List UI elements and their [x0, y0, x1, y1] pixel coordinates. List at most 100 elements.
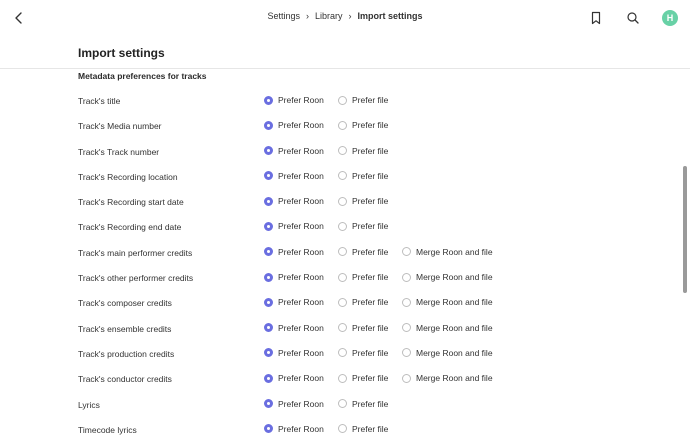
radio-label: Prefer file: [352, 423, 389, 434]
prefer-file-radio[interactable]: Prefer file: [338, 196, 388, 206]
radio-button[interactable]: [264, 272, 273, 282]
radio-button[interactable]: [264, 146, 273, 156]
prefer-roon-radio[interactable]: Prefer Roon: [264, 95, 324, 105]
prefer-file-radio[interactable]: Prefer file: [338, 221, 388, 231]
radio-label: Prefer file: [352, 398, 389, 409]
scrollbar[interactable]: [683, 166, 687, 293]
prefer-roon-radio[interactable]: Prefer Roon: [264, 348, 324, 358]
radio-label: Prefer file: [352, 373, 389, 384]
radio-button[interactable]: [264, 348, 273, 358]
radio-button[interactable]: [264, 221, 273, 231]
radio-button[interactable]: [264, 323, 273, 333]
radio-button[interactable]: [338, 146, 347, 156]
merge-radio[interactable]: Merge Roon and file: [402, 272, 493, 282]
radio-button[interactable]: [338, 196, 347, 206]
radio-label: Prefer file: [352, 95, 389, 105]
breadcrumb-settings[interactable]: Settings: [267, 11, 300, 21]
prefer-file-radio[interactable]: Prefer file: [338, 95, 388, 105]
radio-button[interactable]: [338, 272, 347, 282]
prefer-roon-radio[interactable]: Prefer Roon: [264, 323, 324, 333]
radio-label: Prefer Roon: [278, 196, 324, 207]
radio-label: Prefer Roon: [278, 322, 324, 333]
radio-button[interactable]: [338, 95, 347, 105]
prefer-file-radio[interactable]: Prefer file: [338, 297, 388, 307]
radio-button[interactable]: [338, 399, 347, 409]
avatar[interactable]: H: [662, 10, 678, 26]
prefer-roon-radio[interactable]: Prefer Roon: [264, 221, 324, 231]
radio-button[interactable]: [338, 120, 347, 130]
merge-radio[interactable]: Merge Roon and file: [402, 247, 493, 257]
chevron-right-icon: ›: [348, 11, 352, 21]
prefer-file-radio[interactable]: Prefer file: [338, 247, 388, 257]
prefer-file-radio[interactable]: Prefer file: [338, 171, 388, 181]
settings-list: Track's title Prefer Roon Prefer file Track…: [0, 88, 690, 442]
setting-row: Track's conductor credits Prefer Roon Pref…: [0, 366, 690, 391]
radio-button[interactable]: [338, 348, 347, 358]
radio-button[interactable]: [402, 247, 411, 257]
radio-button[interactable]: [264, 95, 273, 105]
radio-button[interactable]: [402, 323, 411, 333]
radio-button[interactable]: [264, 373, 273, 383]
merge-radio[interactable]: Merge Roon and file: [402, 323, 493, 333]
prefer-file-radio[interactable]: Prefer file: [338, 120, 388, 130]
radio-button[interactable]: [338, 247, 347, 257]
merge-radio[interactable]: Merge Roon and file: [402, 348, 493, 358]
radio-button[interactable]: [264, 171, 273, 181]
prefer-file-radio[interactable]: Prefer file: [338, 373, 388, 383]
merge-radio[interactable]: Merge Roon and file: [402, 373, 493, 383]
prefer-roon-radio[interactable]: Prefer Roon: [264, 120, 324, 130]
prefer-roon-radio[interactable]: Prefer Roon: [264, 272, 324, 282]
radio-label: Prefer Roon: [278, 95, 324, 105]
prefer-file-radio[interactable]: Prefer file: [338, 424, 388, 434]
radio-button[interactable]: [402, 272, 411, 282]
radio-button[interactable]: [264, 399, 273, 409]
radio-button[interactable]: [264, 424, 273, 434]
section-title: Metadata preferences for tracks: [78, 71, 207, 81]
setting-row: Track's Recording start date Prefer Roon P…: [0, 189, 690, 214]
prefer-roon-radio[interactable]: Prefer Roon: [264, 247, 324, 257]
setting-label: Track's Track number: [78, 146, 160, 157]
radio-button[interactable]: [338, 221, 347, 231]
radio-label: Prefer Roon: [278, 120, 324, 131]
radio-label: Prefer file: [352, 246, 389, 257]
radio-button[interactable]: [338, 171, 347, 181]
radio-button[interactable]: [402, 373, 411, 383]
radio-button[interactable]: [264, 297, 273, 307]
setting-label: Track's title: [78, 96, 121, 106]
prefer-file-radio[interactable]: Prefer file: [338, 146, 388, 156]
radio-button[interactable]: [402, 348, 411, 358]
radio-label: Prefer Roon: [278, 246, 324, 257]
radio-button[interactable]: [264, 247, 273, 257]
prefer-file-radio[interactable]: Prefer file: [338, 399, 388, 409]
prefer-roon-radio[interactable]: Prefer Roon: [264, 297, 324, 307]
setting-row: Track's title Prefer Roon Prefer file: [0, 88, 690, 113]
prefer-roon-radio[interactable]: Prefer Roon: [264, 196, 324, 206]
radio-button[interactable]: [402, 297, 411, 307]
radio-label: Prefer file: [352, 322, 389, 333]
radio-button[interactable]: [264, 120, 273, 130]
prefer-file-radio[interactable]: Prefer file: [338, 272, 388, 282]
radio-label: Prefer Roon: [278, 423, 324, 434]
radio-button[interactable]: [338, 424, 347, 434]
radio-button[interactable]: [338, 297, 347, 307]
radio-button[interactable]: [338, 373, 347, 383]
radio-label: Merge Roon and file: [416, 322, 493, 333]
prefer-roon-radio[interactable]: Prefer Roon: [264, 399, 324, 409]
prefer-file-radio[interactable]: Prefer file: [338, 323, 388, 333]
prefer-roon-radio[interactable]: Prefer Roon: [264, 424, 324, 434]
search-icon[interactable]: [625, 10, 641, 26]
prefer-file-radio[interactable]: Prefer file: [338, 348, 388, 358]
breadcrumb-library[interactable]: Library: [315, 11, 343, 21]
radio-label: Merge Roon and file: [416, 272, 493, 283]
bookmark-icon[interactable]: [588, 10, 604, 26]
setting-row: Lyrics Prefer Roon Prefer file: [0, 392, 690, 417]
merge-radio[interactable]: Merge Roon and file: [402, 297, 493, 307]
prefer-roon-radio[interactable]: Prefer Roon: [264, 373, 324, 383]
radio-button[interactable]: [338, 323, 347, 333]
chevron-right-icon: ›: [305, 11, 309, 21]
radio-button[interactable]: [264, 196, 273, 206]
prefer-roon-radio[interactable]: Prefer Roon: [264, 171, 324, 181]
prefer-roon-radio[interactable]: Prefer Roon: [264, 146, 324, 156]
top-bar: Settings › Library › Import settings H: [0, 0, 690, 36]
setting-row: Track's Media number Prefer Roon Prefer fi…: [0, 113, 690, 138]
